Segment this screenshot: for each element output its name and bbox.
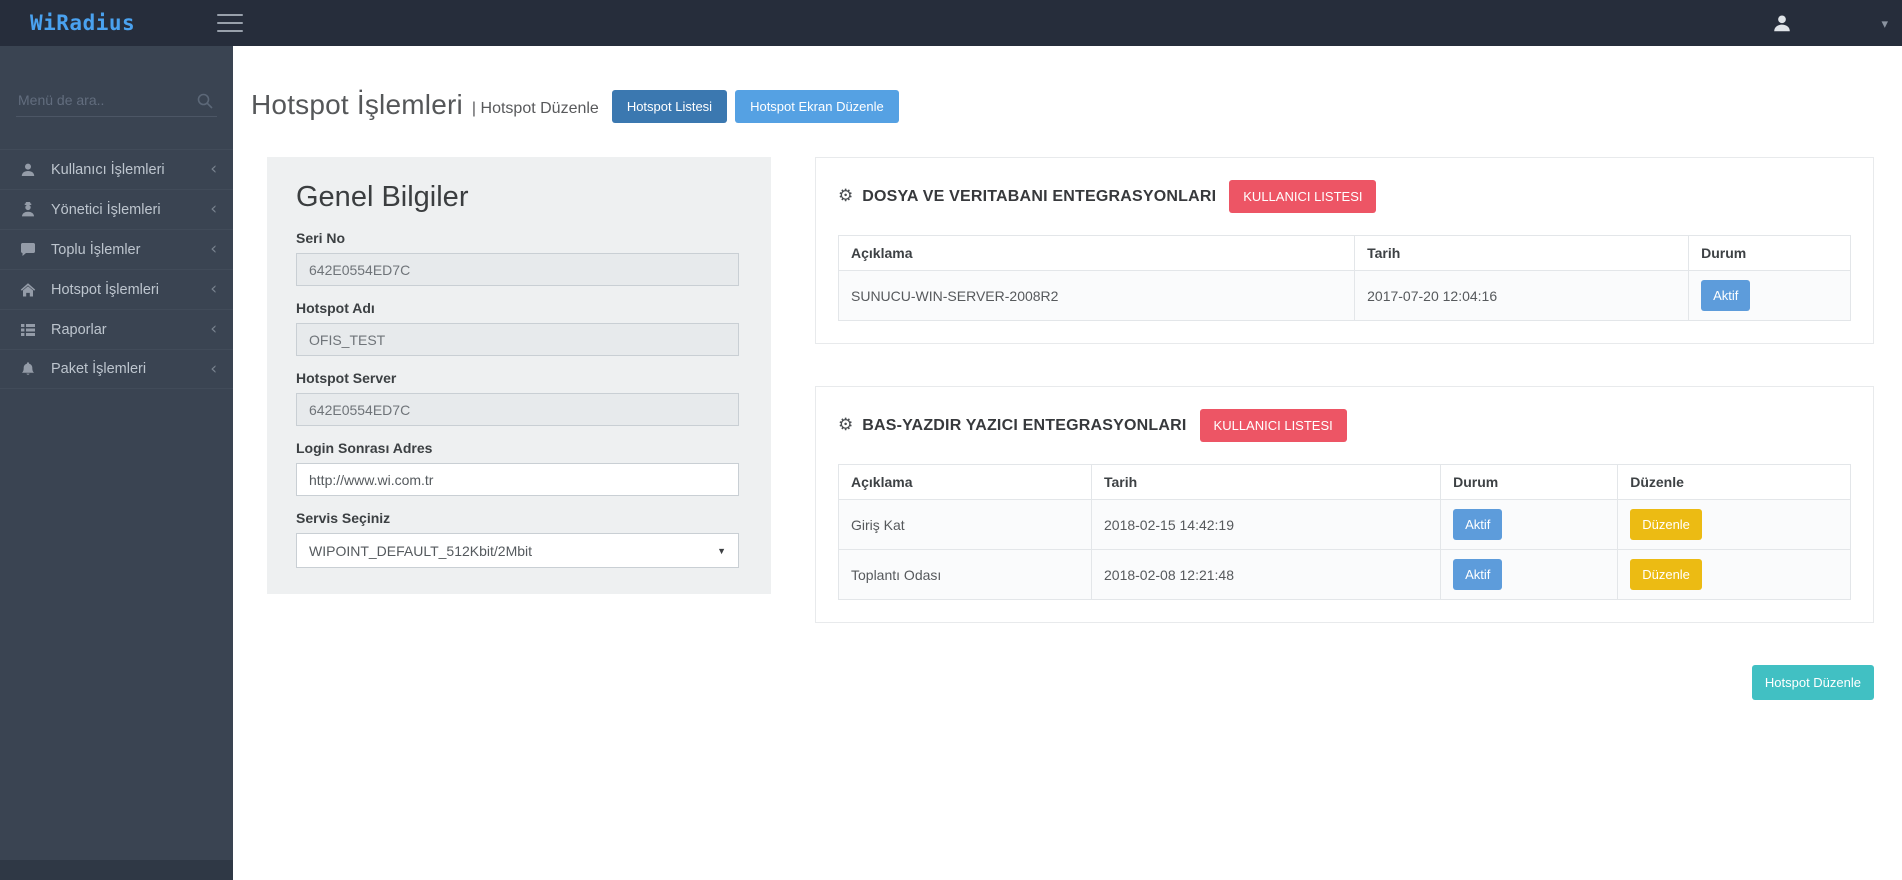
sidebar-item-kullanici-islemleri[interactable]: Kullanıcı İşlemleri ‹ — [0, 149, 233, 189]
card-title: Genel Bilgiler — [296, 181, 739, 214]
status-badge[interactable]: Aktif — [1453, 559, 1502, 590]
sidebar-item-label: Kullanıcı İşlemleri — [51, 162, 210, 178]
chevron-left-icon: ‹ — [210, 281, 219, 298]
bas-yazdir-table: Açıklama Tarih Durum Düzenle Giriş Kat 2… — [838, 464, 1851, 600]
user-icon — [19, 161, 36, 178]
table-row: Toplantı Odası 2018-02-08 12:21:48 Aktif… — [839, 550, 1851, 600]
chevron-left-icon: ‹ — [210, 321, 219, 338]
sidebar-item-label: Hotspot İşlemleri — [51, 282, 210, 298]
admin-icon — [19, 201, 36, 218]
bas-yazdir-panel: ⚙ BAS-YAZDIR YAZICI ENTEGRASYONLARI KULL… — [815, 386, 1874, 623]
hotspot-ekran-duzenle-button[interactable]: Hotspot Ekran Düzenle — [735, 90, 899, 123]
column-header-aciklama: Açıklama — [839, 465, 1092, 500]
dosya-veritabani-panel: ⚙ DOSYA VE VERITABANI ENTEGRASYONLARI KU… — [815, 157, 1874, 344]
tarih-cell: 2018-02-08 12:21:48 — [1092, 550, 1441, 600]
status-badge[interactable]: Aktif — [1701, 280, 1750, 311]
durum-cell: Aktif — [1441, 500, 1618, 550]
topbar: WiRadius ▾ — [0, 0, 1902, 46]
sidebar-item-hotspot-islemleri[interactable]: Hotspot İşlemleri ‹ — [0, 269, 233, 309]
sidebar-item-raporlar[interactable]: Raporlar ‹ — [0, 309, 233, 349]
aciklama-cell: Giriş Kat — [839, 500, 1092, 550]
panel-title: DOSYA VE VERITABANI ENTEGRASYONLARI — [862, 188, 1216, 206]
chevron-down-icon[interactable]: ▾ — [1881, 17, 1888, 30]
hotspot-adi-field — [296, 323, 739, 356]
sidebar-item-label: Yönetici İşlemleri — [51, 202, 210, 218]
login-sonrasi-adres-label: Login Sonrası Adres — [296, 440, 739, 456]
user-account-icon[interactable] — [1771, 12, 1793, 34]
durum-cell: Aktif — [1441, 550, 1618, 600]
dosya-veritabani-table: Açıklama Tarih Durum SUNUCU-WIN-SERVER-2… — [838, 235, 1851, 321]
column-header-duzenle: Düzenle — [1618, 465, 1851, 500]
seri-no-label: Seri No — [296, 230, 739, 246]
search-icon[interactable] — [197, 93, 213, 109]
page-title: Hotspot İşlemleri — [251, 89, 463, 121]
topbar-right: ▾ — [1771, 12, 1902, 34]
sidebar-nav: Kullanıcı İşlemleri ‹ Yönetici İşlemleri… — [0, 149, 233, 389]
login-sonrasi-adres-field[interactable] — [296, 463, 739, 496]
gear-icon: ⚙ — [838, 188, 853, 205]
hotspot-listesi-button[interactable]: Hotspot Listesi — [612, 90, 727, 123]
duzenle-button[interactable]: Düzenle — [1630, 559, 1702, 590]
list-icon — [19, 321, 36, 338]
comment-icon — [19, 241, 36, 258]
tarih-cell: 2017-07-20 12:04:16 — [1355, 271, 1689, 321]
column-header-durum: Durum — [1689, 236, 1851, 271]
menu-toggle-icon[interactable] — [217, 14, 243, 32]
main-content: Hotspot İşlemleri | Hotspot Düzenle Hots… — [233, 46, 1902, 880]
kullanici-listesi-button[interactable]: KULLANICI LISTESI — [1200, 409, 1347, 442]
integrations-column: ⚙ DOSYA VE VERITABANI ENTEGRASYONLARI KU… — [815, 157, 1874, 700]
chevron-left-icon: ‹ — [210, 201, 219, 218]
app-logo[interactable]: WiRadius — [0, 11, 233, 35]
hotspot-server-field — [296, 393, 739, 426]
service-select[interactable]: WIPOINT_DEFAULT_512Kbit/2Mbit ▼ — [296, 533, 739, 568]
sidebar-item-yonetici-islemleri[interactable]: Yönetici İşlemleri ‹ — [0, 189, 233, 229]
page-subtitle: | Hotspot Düzenle — [472, 100, 599, 118]
tarih-cell: 2018-02-15 14:42:19 — [1092, 500, 1441, 550]
panel-title: BAS-YAZDIR YAZICI ENTEGRASYONLARI — [862, 417, 1186, 435]
sidebar-search — [0, 46, 233, 131]
home-icon — [19, 281, 36, 298]
status-badge[interactable]: Aktif — [1453, 509, 1502, 540]
hotspot-duzenle-submit-button[interactable]: Hotspot Düzenle — [1752, 665, 1874, 700]
sidebar-item-label: Paket İşlemleri — [51, 361, 210, 377]
column-header-tarih: Tarih — [1355, 236, 1689, 271]
gear-icon: ⚙ — [838, 417, 853, 434]
app-window: WiRadius ▾ Kullanıcı İşlem — [0, 0, 1902, 880]
bell-icon — [19, 361, 36, 378]
sidebar-footer — [0, 860, 233, 880]
servis-seciniz-label: Servis Seçiniz — [296, 510, 739, 526]
hotspot-adi-label: Hotspot Adı — [296, 300, 739, 316]
table-row: SUNUCU-WIN-SERVER-2008R2 2017-07-20 12:0… — [839, 271, 1851, 321]
table-row: Giriş Kat 2018-02-15 14:42:19 Aktif Düze… — [839, 500, 1851, 550]
sidebar-item-toplu-islemler[interactable]: Toplu İşlemler ‹ — [0, 229, 233, 269]
sidebar-item-label: Toplu İşlemler — [51, 242, 210, 258]
hotspot-server-label: Hotspot Server — [296, 370, 739, 386]
kullanici-listesi-button[interactable]: KULLANICI LISTESI — [1229, 180, 1376, 213]
durum-cell: Aktif — [1689, 271, 1851, 321]
genel-bilgiler-card: Genel Bilgiler Seri No Hotspot Adı Hotsp… — [267, 157, 771, 594]
chevron-left-icon: ‹ — [210, 241, 219, 258]
column-header-aciklama: Açıklama — [839, 236, 1355, 271]
sidebar-item-label: Raporlar — [51, 322, 210, 338]
chevron-left-icon: ‹ — [210, 361, 219, 378]
column-header-tarih: Tarih — [1092, 465, 1441, 500]
sidebar: Kullanıcı İşlemleri ‹ Yönetici İşlemleri… — [0, 46, 233, 880]
sidebar-search-input[interactable] — [16, 86, 217, 117]
aciklama-cell: Toplantı Odası — [839, 550, 1092, 600]
sidebar-item-paket-islemleri[interactable]: Paket İşlemleri ‹ — [0, 349, 233, 389]
duzenle-cell: Düzenle — [1618, 500, 1851, 550]
duzenle-cell: Düzenle — [1618, 550, 1851, 600]
select-caret-icon: ▼ — [717, 546, 726, 556]
seri-no-field — [296, 253, 739, 286]
chevron-left-icon: ‹ — [210, 161, 219, 178]
service-select-value: WIPOINT_DEFAULT_512Kbit/2Mbit — [309, 543, 532, 559]
page-header: Hotspot İşlemleri | Hotspot Düzenle Hots… — [233, 46, 1902, 121]
column-header-durum: Durum — [1441, 465, 1618, 500]
aciklama-cell: SUNUCU-WIN-SERVER-2008R2 — [839, 271, 1355, 321]
duzenle-button[interactable]: Düzenle — [1630, 509, 1702, 540]
